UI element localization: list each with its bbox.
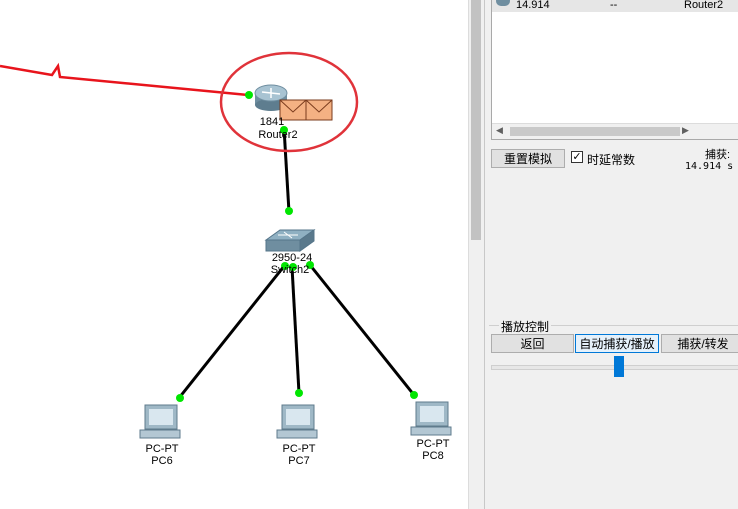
canvas-vertical-scrollbar[interactable]	[468, 0, 484, 509]
router-name-label: Router2	[258, 129, 298, 141]
event-list-horizontal-scrollbar[interactable]: ◀ ▶	[492, 123, 738, 139]
capture-forward-button[interactable]: 捕获/转发	[661, 334, 738, 353]
scroll-right-icon[interactable]: ▶	[682, 125, 689, 136]
simulation-panel: 14.914 -- Router2 ◀ ▶ 重置模拟 ✓ 时延常数 捕获: 14…	[484, 0, 738, 509]
event-at-device: Router2	[684, 0, 724, 11]
canvas-scroll-thumb[interactable]	[471, 0, 481, 240]
link-switch-pc7[interactable]	[290, 266, 301, 394]
event-row[interactable]: 14.914 -- Router2	[492, 0, 738, 12]
playback-group-label: 播放控制	[499, 318, 552, 335]
playback-speed-slider[interactable]	[614, 356, 624, 377]
pc7-icon[interactable]	[276, 404, 318, 439]
pc7-name-label: PC7	[288, 455, 310, 467]
auto-capture-play-button[interactable]: 自动捕获/播放	[575, 334, 659, 353]
captured-time: 14.914 s	[685, 161, 734, 172]
pc6-name-label: PC6	[151, 455, 173, 467]
event-list[interactable]: 14.914 -- Router2 ◀ ▶	[491, 0, 738, 140]
pc8-name-label: PC8	[422, 450, 444, 462]
pc8-icon[interactable]	[410, 401, 452, 436]
serial-link[interactable]	[0, 62, 249, 97]
event-list-scroll-thumb[interactable]	[510, 127, 680, 136]
topology-svg	[0, 51, 452, 439]
pc7-model-label: PC-PT	[282, 443, 316, 455]
switch-icon[interactable]	[264, 229, 316, 252]
pc8-model-label: PC-PT	[416, 438, 450, 450]
switch-name-label: Switch2	[270, 264, 310, 276]
link-switch-pc6[interactable]	[177, 264, 287, 399]
constant-delay-label: 时延常数	[587, 153, 636, 167]
router-model-label: 1841	[259, 116, 285, 128]
event-last-device: --	[610, 0, 618, 11]
reset-simulation-button[interactable]: 重置模拟	[491, 149, 565, 168]
pdu-type-icon	[496, 0, 510, 6]
constant-delay-checkbox[interactable]: ✓	[571, 151, 583, 163]
pc6-icon[interactable]	[139, 404, 181, 439]
pc6-model-label: PC-PT	[145, 443, 179, 455]
back-button[interactable]: 返回	[491, 334, 574, 353]
switch-model-label: 2950-24	[271, 252, 313, 264]
topology-canvas[interactable]: 1841 Router2 2950-24 Switch2 PC-PT PC6 P…	[0, 0, 468, 509]
event-time: 14.914	[516, 0, 550, 11]
scroll-left-icon[interactable]: ◀	[496, 125, 503, 136]
link-switch-pc8[interactable]	[308, 264, 416, 396]
captured-label: 捕获:	[705, 149, 731, 161]
